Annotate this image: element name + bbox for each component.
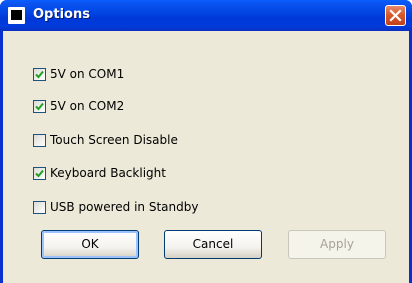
checkmark-icon [35,169,44,177]
title-bar[interactable]: Options [0,0,412,31]
apply-button[interactable]: Apply [288,230,386,259]
checkbox-keyboard-backlight[interactable] [33,166,46,180]
option-usb-powered-standby[interactable]: USB powered in Standby [33,199,198,215]
checkbox-5v-com2[interactable] [33,99,46,113]
checkmark-icon [35,70,44,78]
dialog-title: Options [33,7,90,22]
window-icon [8,7,25,24]
cancel-button[interactable]: Cancel [164,230,262,259]
checkbox-5v-com1[interactable] [33,67,46,81]
checkbox-usb-powered-standby[interactable] [33,200,46,214]
option-keyboard-backlight[interactable]: Keyboard Backlight [33,165,166,181]
option-label: USB powered in Standby [50,200,199,214]
checkbox-touch-screen-disable[interactable] [33,133,46,147]
option-label: Keyboard Backlight [50,166,166,180]
option-5v-com1[interactable]: 5V on COM1 [33,66,124,82]
options-dialog: Options 5V on COM1 5V on COM2 Touch Scre… [0,0,412,283]
close-button[interactable] [385,5,406,26]
option-5v-com2[interactable]: 5V on COM2 [33,98,124,114]
option-label: Touch Screen Disable [50,133,178,147]
close-x-icon [389,9,402,22]
option-label: 5V on COM1 [50,67,125,81]
dialog-body: 5V on COM1 5V on COM2 Touch Screen Disab… [3,31,409,283]
option-touch-screen-disable[interactable]: Touch Screen Disable [33,132,178,148]
checkmark-icon [35,102,44,110]
option-label: 5V on COM2 [50,99,125,113]
ok-button[interactable]: OK [41,230,139,259]
